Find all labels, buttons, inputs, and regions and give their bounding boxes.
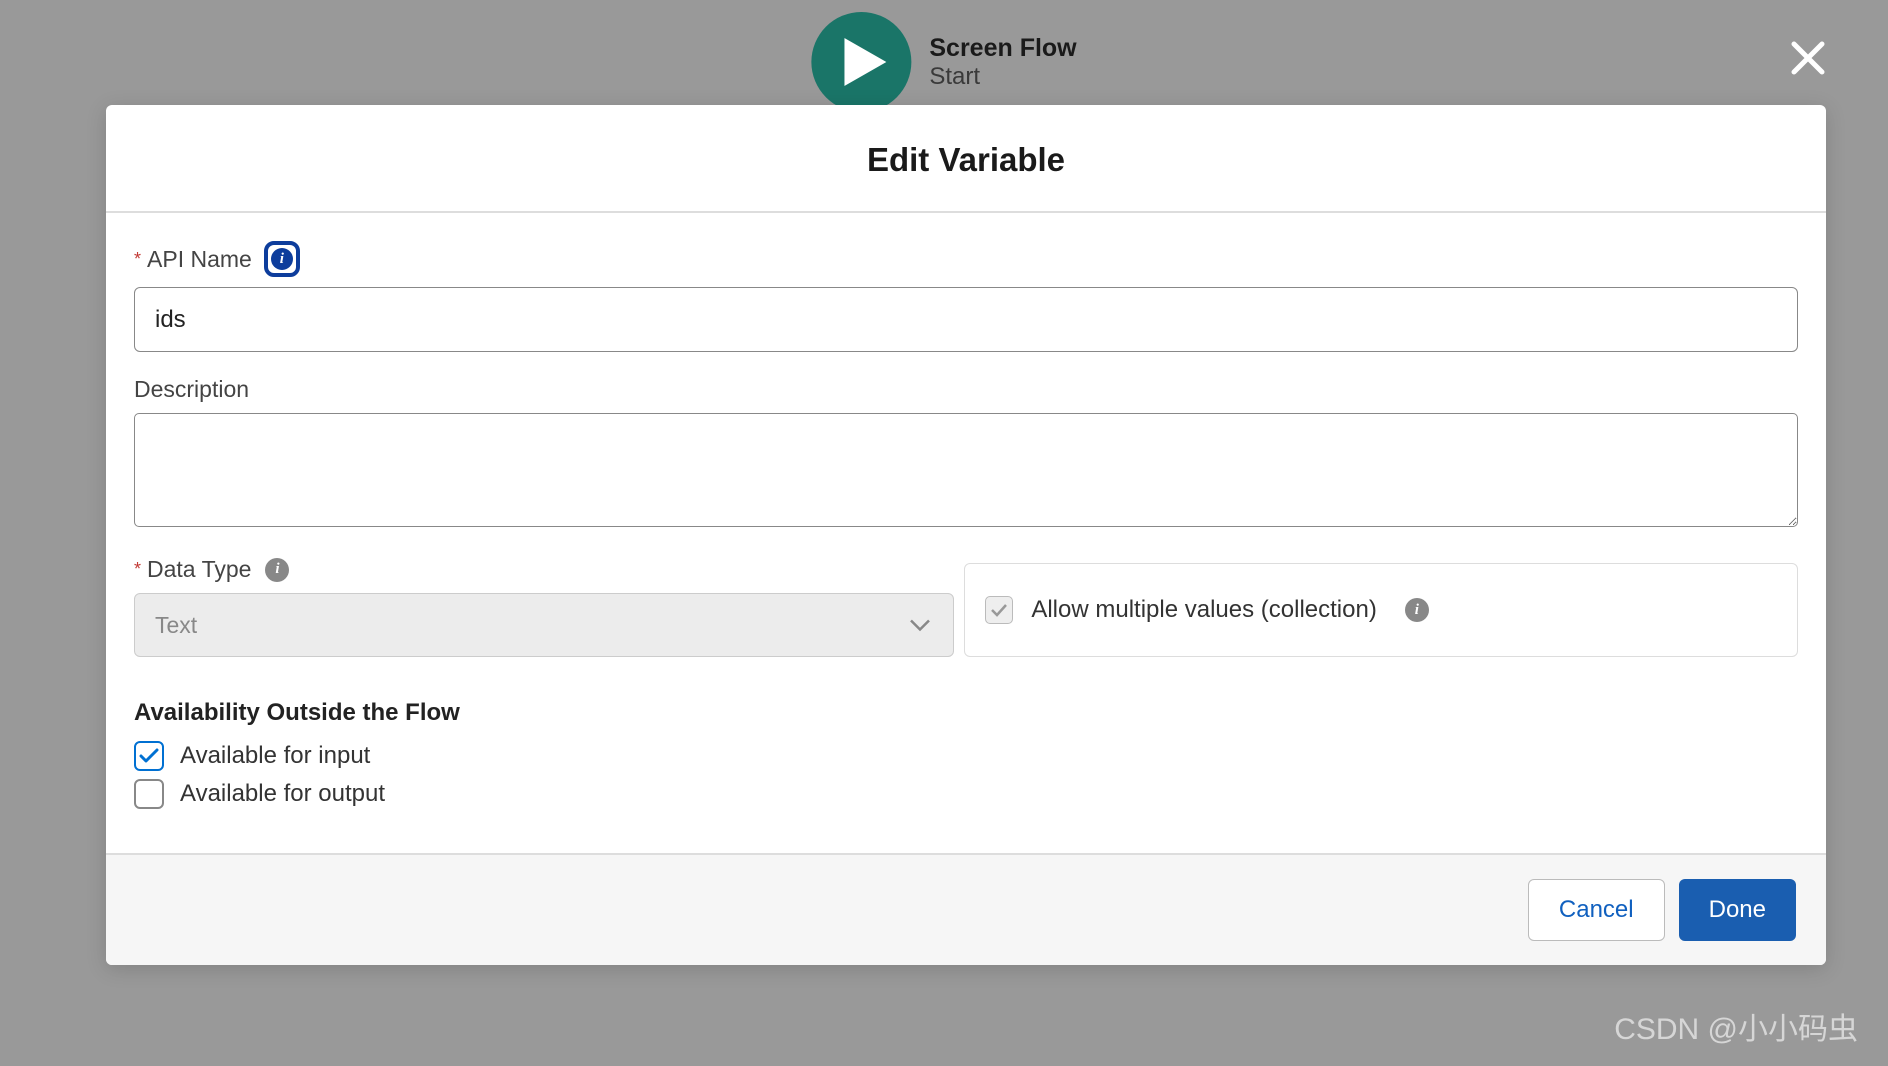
play-icon: [811, 12, 911, 112]
allow-multiple-checkbox: [985, 596, 1013, 624]
chevron-down-icon: [909, 612, 931, 639]
modal-title: Edit Variable: [136, 141, 1796, 179]
api-name-input[interactable]: [134, 287, 1798, 352]
available-input-label: Available for input: [180, 742, 370, 770]
edit-variable-modal: Edit Variable * API Name i Description *: [106, 105, 1826, 965]
info-icon[interactable]: i: [265, 558, 289, 582]
done-button[interactable]: Done: [1679, 879, 1796, 941]
description-input[interactable]: [134, 413, 1798, 527]
availability-section-title: Availability Outside the Flow: [134, 699, 1798, 727]
description-label: Description: [134, 376, 1798, 403]
allow-multiple-container: Allow multiple values (collection) i: [964, 563, 1798, 657]
available-output-checkbox[interactable]: [134, 779, 164, 809]
close-button[interactable]: [1790, 40, 1826, 81]
flow-start-label: Start: [929, 63, 1076, 91]
data-type-select[interactable]: Text: [134, 593, 954, 657]
info-icon[interactable]: i: [264, 241, 300, 277]
data-type-label: * Data Type i: [134, 556, 954, 583]
api-name-label: * API Name i: [134, 241, 1798, 277]
modal-footer: Cancel Done: [106, 853, 1826, 965]
allow-multiple-label: Allow multiple values (collection): [1031, 596, 1376, 624]
flow-type-label: Screen Flow: [929, 34, 1076, 63]
available-input-checkbox[interactable]: [134, 741, 164, 771]
available-output-label: Available for output: [180, 780, 385, 808]
watermark: CSDN @小小码虫: [1614, 1004, 1858, 1048]
cancel-button[interactable]: Cancel: [1528, 879, 1665, 941]
flow-start-node: Screen Flow Start: [811, 12, 1076, 112]
required-indicator: *: [134, 559, 141, 580]
modal-header: Edit Variable: [106, 105, 1826, 213]
required-indicator: *: [134, 249, 141, 270]
info-icon[interactable]: i: [1405, 598, 1429, 622]
